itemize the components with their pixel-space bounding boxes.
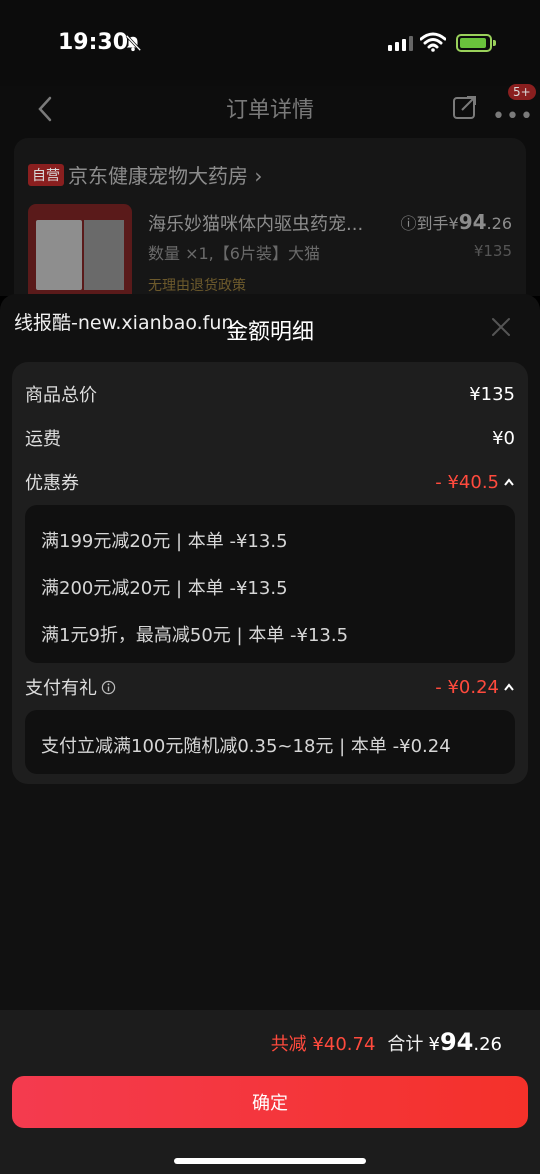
pay-gift-detail-box: 支付立减满100元随机减0.35~18元 | 本单 -¥0.24 — [25, 710, 515, 774]
product-image[interactable] — [28, 204, 132, 308]
product-price: ⓘ到手¥94.26 — [401, 210, 513, 234]
goods-total-label: 商品总价 — [25, 385, 97, 406]
coupon-detail-box: 满199元减20元 | 本单 -¥13.5 满200元减20元 | 本单 -¥1… — [25, 505, 515, 663]
coupon-amount: - ¥40.5 — [435, 471, 499, 493]
coupon-value[interactable]: - ¥40.5 — [435, 472, 515, 493]
coupon-label: 优惠券 — [25, 473, 79, 494]
status-bar: 19:30 — [0, 0, 540, 86]
amount-panel: 商品总价 ¥135 运费 ¥0 优惠券 - ¥40.5 满199元减20元 | … — [12, 362, 528, 784]
total-dec: .26 — [473, 1034, 502, 1055]
return-policy: 无理由退货政策 — [148, 278, 246, 294]
coupon-item: 满200元减20元 | 本单 -¥13.5 — [41, 578, 288, 599]
order-card: 自营 京东健康宠物大药房 › 海乐妙猫咪体内驱虫药宠... 数量 ×1,【6片装… — [14, 138, 526, 308]
goods-total-row: 商品总价 ¥135 — [25, 379, 515, 409]
pay-gift-row[interactable]: 支付有礼 - ¥0.24 — [25, 672, 515, 702]
wifi-icon — [420, 32, 446, 52]
pay-gift-label-wrap: 支付有礼 — [25, 674, 116, 700]
price-currency: ¥ — [448, 214, 459, 233]
share-icon[interactable] — [452, 94, 478, 120]
coupon-item: 满199元减20元 | 本单 -¥13.5 — [41, 531, 288, 552]
bottom-bar: 共减 ¥40.74 合计 ¥94.26 确定 — [0, 1010, 540, 1174]
mute-bell-icon — [125, 34, 142, 52]
pay-gift-item: 支付立减满100元随机减0.35~18元 | 本单 -¥0.24 — [41, 736, 451, 757]
sheet-title: 金额明细 — [225, 320, 314, 345]
chevron-up-icon[interactable] — [503, 682, 515, 692]
self-operated-tag: 自营 — [28, 164, 64, 186]
pay-gift-amount: - ¥0.24 — [435, 676, 499, 698]
pay-gift-value[interactable]: - ¥0.24 — [435, 677, 515, 698]
price-prefix: ⓘ到手 — [400, 214, 449, 233]
product-name[interactable]: 海乐妙猫咪体内驱虫药宠... — [148, 210, 363, 236]
shipping-row: 运费 ¥0 — [25, 423, 515, 453]
chevron-up-icon[interactable] — [503, 477, 515, 487]
pay-gift-label: 支付有礼 — [25, 678, 97, 699]
original-price: ¥135 — [473, 242, 512, 260]
battery-icon — [456, 34, 496, 52]
total-label: 合计 — [387, 1034, 424, 1055]
total-wrap: 合计 ¥94.26 — [387, 1028, 502, 1056]
total-saved: 共减 ¥40.74 — [270, 1034, 376, 1055]
home-indicator[interactable] — [174, 1158, 366, 1164]
more-icon[interactable]: ••• — [492, 104, 534, 129]
cellular-signal-icon — [388, 36, 413, 51]
price-int: 94 — [458, 210, 487, 234]
product-quantity: 数量 ×1,【6片装】大猫 — [148, 244, 320, 263]
coupon-item: 满1元9折，最高减50元 | 本单 -¥13.5 — [41, 625, 349, 646]
notification-badge: 5+ — [508, 84, 536, 100]
shipping-label: 运费 — [25, 429, 61, 450]
confirm-button[interactable]: 确定 — [12, 1076, 528, 1128]
goods-total-value: ¥135 — [469, 383, 515, 405]
totals: 共减 ¥40.74 合计 ¥94.26 — [271, 1028, 502, 1056]
close-icon[interactable] — [490, 316, 512, 338]
total-int: 94 — [439, 1028, 474, 1056]
store-name-link[interactable]: 京东健康宠物大药房 › — [68, 160, 262, 189]
order-detail-background: 订单详情 ••• 5+ 自营 京东健康宠物大药房 › 海乐妙猫咪体内驱虫药宠..… — [0, 84, 540, 308]
coupon-row[interactable]: 优惠券 - ¥40.5 — [25, 467, 515, 497]
total-currency: ¥ — [428, 1034, 440, 1055]
shipping-value: ¥0 — [492, 427, 515, 449]
info-icon[interactable] — [101, 680, 116, 695]
status-time: 19:30 — [58, 30, 129, 55]
price-dec: .26 — [486, 214, 512, 233]
